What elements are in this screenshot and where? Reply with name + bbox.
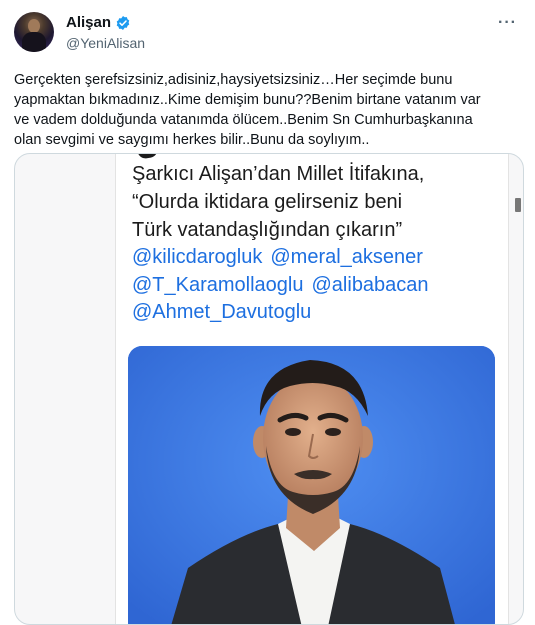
portrait-photo [128,346,495,624]
mention-row-2: @T_Karamollaoglu @alibabacan [132,272,512,300]
more-options-icon[interactable]: ··· [498,14,517,32]
mention-row-1: @kilicdarogluk @meral_aksener [132,244,512,272]
mention-link[interactable]: @T_Karamollaoglu [132,272,304,300]
mention-link[interactable]: @alibabacan [312,272,429,300]
mentions-block: @kilicdarogluk @meral_aksener @T_Karamol… [132,244,512,327]
tweet-card: Alişan @YeniAlisan ··· Gerçekten şerefsi… [0,0,535,625]
name-row: Alişan [66,14,131,31]
news-headline: Şarkıcı Alişan’dan Millet İtifakına, “Ol… [132,163,425,241]
tweet-media[interactable]: Şarkıcı Alişan’dan Millet İtifakına, “Ol… [14,153,524,625]
corner-mark [137,154,159,160]
screenshot-page: Şarkıcı Alişan’dan Millet İtifakına, “Ol… [115,154,512,624]
mention-link[interactable]: @meral_aksener [270,244,423,272]
tweet-text: Gerçekten şerefsizsiniz,adisiniz,haysiye… [14,72,481,148]
mention-link[interactable]: @kilicdarogluk [132,244,262,272]
mention-link[interactable]: @Ahmet_Davutoglu [132,299,512,327]
verified-badge-icon [116,15,130,30]
display-name[interactable]: Alişan [66,14,111,31]
user-handle[interactable]: @YeniAlisan [66,35,145,51]
portrait-illustration [128,346,495,624]
scrollbar-thumb [515,198,521,212]
avatar[interactable] [14,12,54,52]
avatar-head [28,19,40,33]
avatar-body [22,32,46,52]
